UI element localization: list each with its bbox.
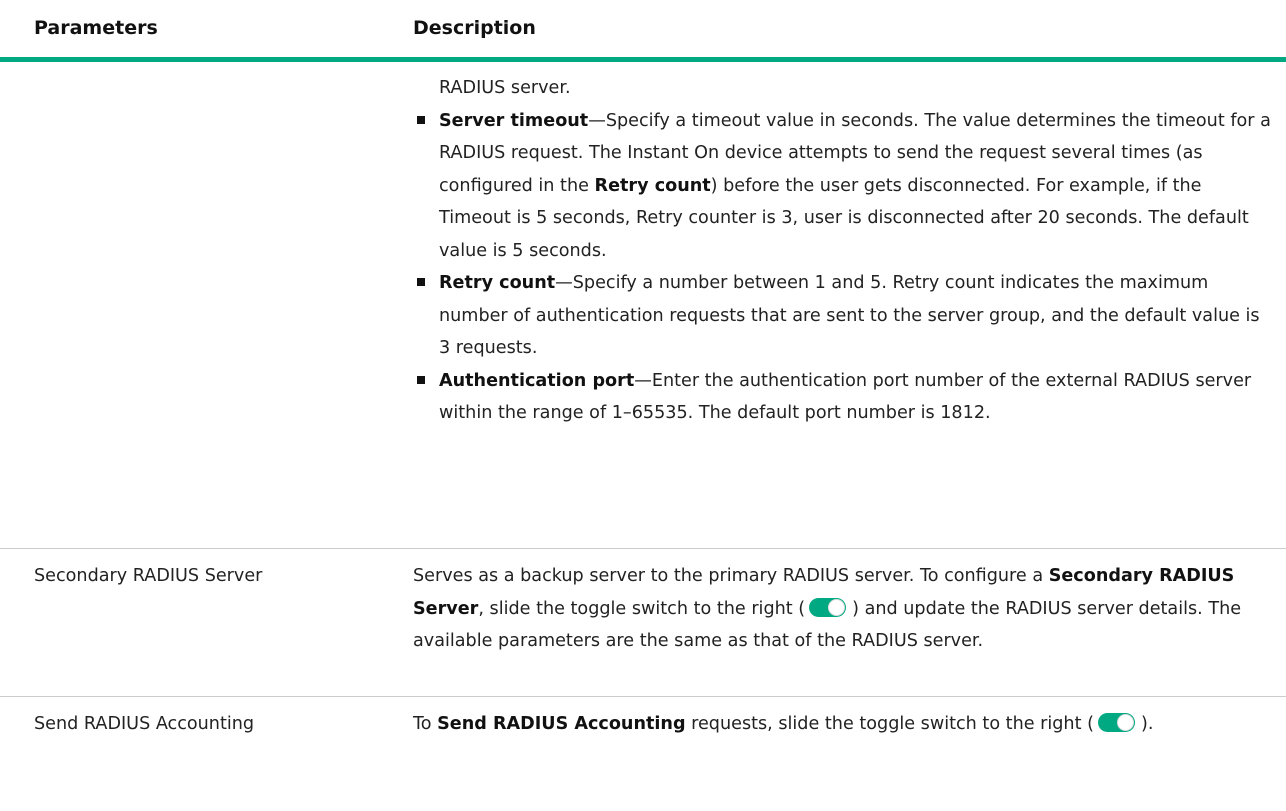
secondary-text-1: Serves as a backup server to the primary… (413, 566, 1049, 586)
toggle-knob (1116, 714, 1134, 731)
header-parameters: Parameters (34, 17, 158, 39)
parameters-table: Parameters Description RADIUS server. Se… (0, 0, 1286, 811)
continuation-text: RADIUS server. (439, 78, 571, 98)
description-radius-server: RADIUS server. Server timeout—Specify a … (413, 72, 1273, 430)
parameter-secondary-radius-server: Secondary RADIUS Server (34, 566, 263, 586)
header-description: Description (413, 17, 536, 39)
row-divider (0, 696, 1286, 697)
accounting-bold: Send RADIUS Accounting (437, 714, 686, 734)
accounting-text-2: requests, slide the toggle switch to the… (685, 714, 1094, 734)
description-secondary-radius-server: Serves as a backup server to the primary… (413, 560, 1273, 658)
secondary-text-2: , slide the toggle switch to the right ( (478, 598, 806, 619)
term-retry-count: Retry count (439, 273, 556, 293)
toggle-on-icon (1097, 713, 1135, 732)
list-item-authentication-port: Authentication port—Enter the authentica… (413, 365, 1273, 430)
term-authentication-port: Authentication port (439, 370, 635, 391)
accounting-text-1: To (413, 714, 438, 734)
description-send-radius-accounting: To Send RADIUS Accounting requests, slid… (413, 708, 1273, 741)
term-server-timeout: Server timeout (439, 110, 589, 131)
header-divider (0, 57, 1286, 62)
list-item-server-timeout: Server timeout—Specify a timeout value i… (413, 105, 1273, 268)
square-bullet-icon (417, 115, 425, 124)
parameter-send-radius-accounting: Send RADIUS Accounting (34, 714, 255, 734)
retry-count-text: —Specify a number between 1 and 5. Retry… (439, 273, 1260, 358)
toggle-knob (828, 598, 846, 616)
square-bullet-icon (417, 375, 425, 384)
bullet-list: Server timeout—Specify a timeout value i… (413, 105, 1273, 430)
toggle-on-icon (809, 597, 847, 617)
row-divider (0, 548, 1286, 549)
square-bullet-icon (417, 278, 425, 286)
accounting-text-3: ). (1140, 714, 1154, 734)
server-timeout-bold-retry: Retry count (594, 175, 711, 196)
list-item-retry-count: Retry count—Specify a number between 1 a… (413, 267, 1273, 365)
table-header: Parameters Description (0, 0, 1286, 56)
